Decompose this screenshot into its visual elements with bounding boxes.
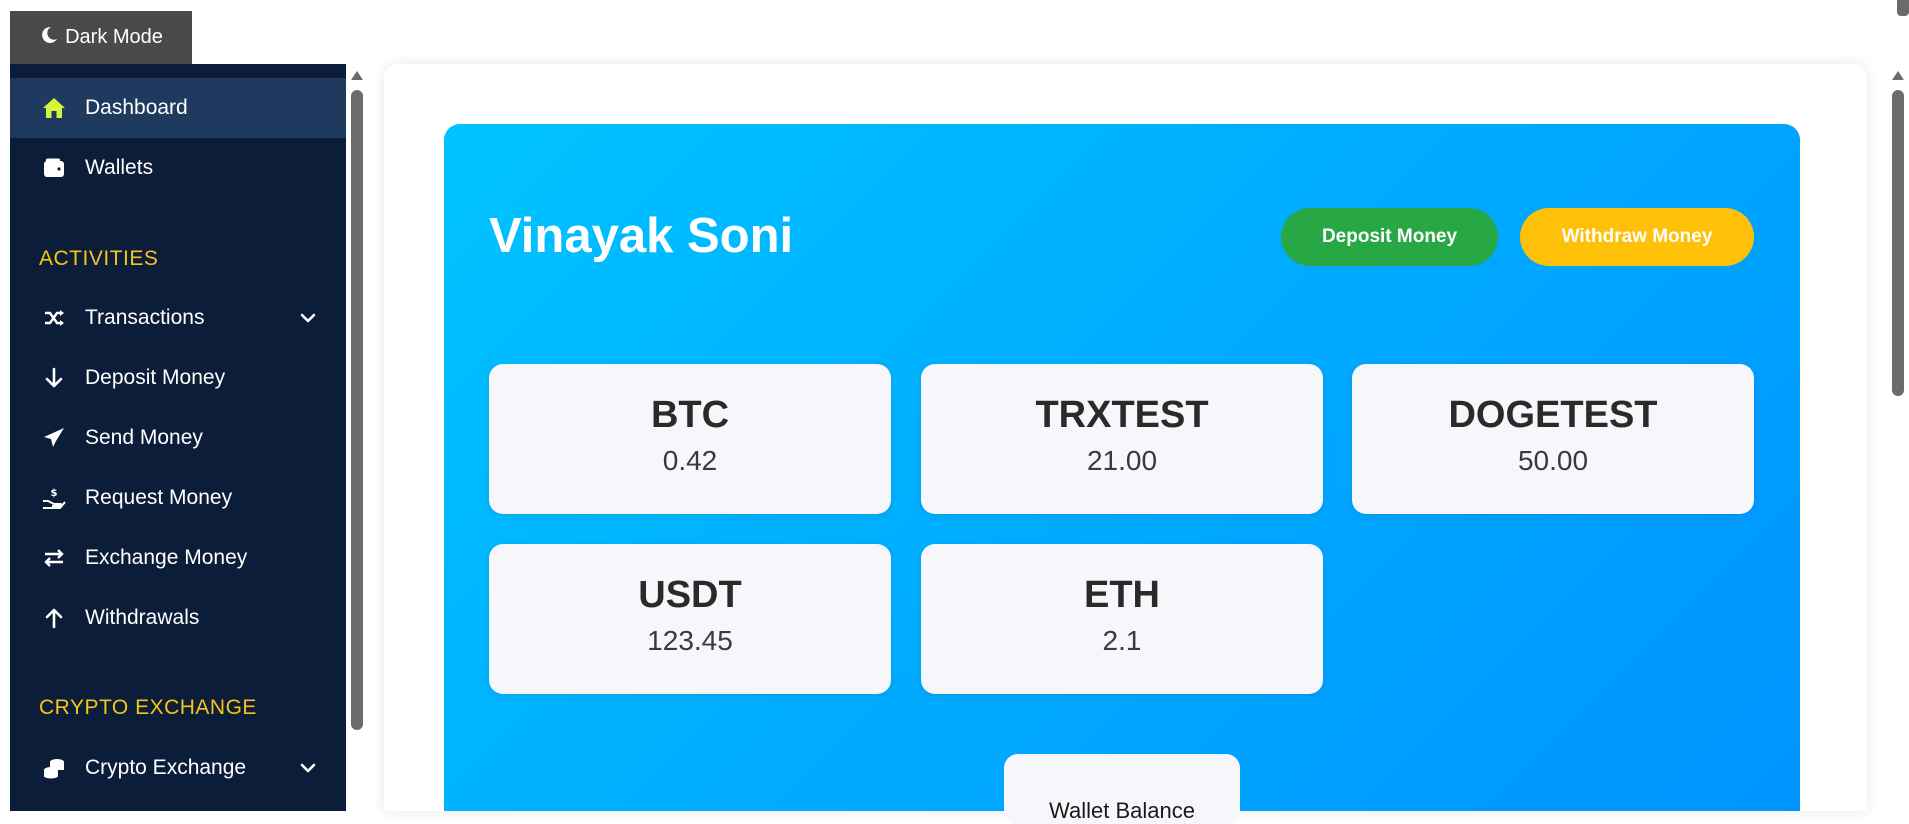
balance-card-btc: BTC 0.42 bbox=[489, 364, 891, 514]
sidebar-item-transactions[interactable]: Transactions bbox=[10, 288, 346, 348]
sidebar-item-label: Withdrawals bbox=[85, 606, 200, 629]
currency-symbol: TRXTEST bbox=[1035, 394, 1209, 436]
wallet-balance-tab[interactable]: Wallet Balance bbox=[1004, 754, 1240, 824]
dark-mode-label: Dark Mode bbox=[65, 26, 163, 48]
chevron-down-icon[interactable] bbox=[296, 756, 320, 780]
currency-amount: 123.45 bbox=[647, 625, 733, 656]
scroll-up-arrow-icon[interactable] bbox=[351, 71, 363, 80]
sidebar-scrollbar-thumb[interactable] bbox=[351, 90, 363, 730]
sidebar-item-dashboard[interactable]: Dashboard bbox=[10, 78, 346, 138]
sidebar-item-label: Send Money bbox=[85, 426, 203, 449]
sidebar-item-label: Exchange Money bbox=[85, 546, 248, 569]
home-icon bbox=[40, 94, 68, 122]
sidebar-item-send-money[interactable]: Send Money bbox=[10, 408, 346, 468]
svg-text:$: $ bbox=[51, 488, 58, 499]
paper-plane-icon bbox=[40, 424, 68, 452]
chevron-down-icon[interactable] bbox=[296, 306, 320, 330]
arrow-up-icon bbox=[40, 604, 68, 632]
sidebar-item-crypto-exchange[interactable]: Crypto Exchange bbox=[10, 738, 346, 798]
currency-symbol: ETH bbox=[1084, 574, 1160, 616]
sidebar-scrollbar[interactable] bbox=[346, 64, 368, 811]
sidebar-item-exchange-money[interactable]: Exchange Money bbox=[10, 528, 346, 588]
window-scrollbar-top bbox=[1897, 0, 1909, 16]
balance-card-eth: ETH 2.1 bbox=[921, 544, 1323, 694]
sidebar-item-label: Dashboard bbox=[85, 96, 188, 119]
sidebar-item-label: Deposit Money bbox=[85, 366, 226, 389]
currency-symbol: BTC bbox=[650, 394, 730, 436]
dark-mode-button[interactable]: Dark Mode bbox=[10, 11, 192, 64]
balance-card-dogetest: DOGETEST 50.00 bbox=[1352, 364, 1754, 514]
sidebar-item-label: Crypto Exchange bbox=[85, 756, 247, 779]
currency-symbol: DOGETEST bbox=[1448, 394, 1658, 436]
page-scrollbar[interactable] bbox=[1887, 64, 1909, 811]
sidebar-item-label: Wallets bbox=[85, 156, 154, 179]
scroll-up-arrow-icon[interactable] bbox=[1892, 71, 1904, 80]
currency-amount: 50.00 bbox=[1517, 445, 1589, 476]
section-title-activities: ACTIVITIES bbox=[39, 247, 159, 270]
hand-coin-icon: $ bbox=[40, 484, 68, 512]
user-name: Vinayak Soni bbox=[489, 209, 794, 263]
balance-card-usdt: USDT 123.45 bbox=[489, 544, 891, 694]
withdraw-money-button[interactable]: Withdraw Money bbox=[1520, 208, 1754, 266]
sidebar-item-label: Transactions bbox=[85, 306, 205, 329]
balance-card-trxtest: TRXTEST 21.00 bbox=[921, 364, 1323, 514]
sidebar-item-label: Request Money bbox=[85, 486, 233, 509]
moon-icon bbox=[39, 25, 59, 51]
shuffle-icon bbox=[40, 304, 68, 332]
exchange-icon bbox=[40, 544, 68, 572]
page-scrollbar-thumb[interactable] bbox=[1892, 90, 1904, 396]
sidebar-item-withdrawals[interactable]: Withdrawals bbox=[10, 588, 346, 648]
sidebar-item-request-money[interactable]: $ Request Money bbox=[10, 468, 346, 528]
deposit-money-button[interactable]: Deposit Money bbox=[1281, 208, 1498, 266]
arrow-down-icon bbox=[40, 364, 68, 392]
currency-amount: 21.00 bbox=[1086, 445, 1158, 476]
sidebar-item-wallets[interactable]: Wallets bbox=[10, 138, 346, 198]
currency-amount: 2.1 bbox=[1102, 625, 1142, 656]
currency-amount: 0.42 bbox=[662, 445, 718, 476]
sidebar: Dashboard Wallets ACTIVITIES Transaction… bbox=[10, 64, 346, 811]
section-title-crypto-exchange: CRYPTO EXCHANGE bbox=[39, 696, 257, 719]
wallet-icon bbox=[40, 154, 68, 182]
sidebar-item-deposit-money[interactable]: Deposit Money bbox=[10, 348, 346, 408]
coins-icon bbox=[40, 754, 68, 782]
currency-symbol: USDT bbox=[638, 574, 742, 616]
dashboard-hero: Vinayak Soni Deposit Money Withdraw Mone… bbox=[444, 124, 1800, 824]
